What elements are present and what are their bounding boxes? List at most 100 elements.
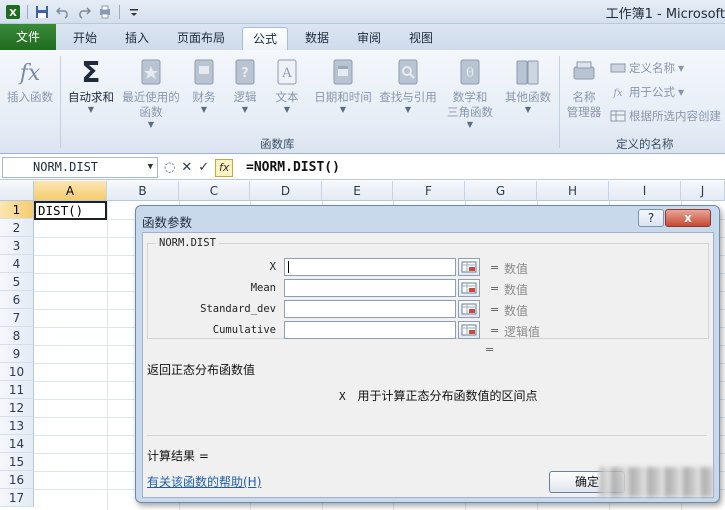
column-header-h[interactable]: H <box>537 181 609 201</box>
tab-formulas[interactable]: 公式 <box>242 27 288 50</box>
name-manager-button[interactable]: 名称 管理器 <box>562 56 606 120</box>
name-box[interactable]: NORM.DIST ▼ <box>2 157 158 178</box>
datetime-button[interactable]: 日期和时间 ▼ <box>310 56 376 115</box>
more-functions-button[interactable]: 其他函数 ▼ <box>500 56 556 115</box>
arg-hint-mean: 数值 <box>504 283 529 297</box>
chevron-down-icon[interactable]: ▼ <box>148 158 153 177</box>
dialog-divider <box>147 435 707 436</box>
math-trig-label-line2: 三角函数 <box>447 105 493 119</box>
excel-logo-icon[interactable]: X <box>4 3 22 21</box>
help-on-function-link[interactable]: 有关该函数的帮助(H) <box>147 473 261 490</box>
customize-qat-icon[interactable] <box>125 3 143 21</box>
recently-used-label-line2: 函数 <box>139 105 163 119</box>
row-header-6[interactable]: 6 <box>0 291 34 309</box>
arg-input-standard-dev[interactable] <box>284 300 456 318</box>
resize-handle-icon[interactable]: ◌ <box>164 160 175 175</box>
arg-label-cumulative: Cumulative <box>212 324 276 336</box>
dialog-title: 函数参数 <box>142 215 193 230</box>
financial-button[interactable]: 财务 ▼ <box>184 56 224 115</box>
column-header-e[interactable]: E <box>322 181 393 201</box>
tab-home[interactable]: 开始 <box>62 27 108 50</box>
use-in-formula-button[interactable]: fx 用于公式 ▼ <box>610 84 684 100</box>
row-header-15[interactable]: 15 <box>0 453 34 471</box>
arg-hint-cumulative: 逻辑值 <box>504 325 541 339</box>
arg-input-x[interactable] <box>284 258 456 276</box>
dialog-close-button[interactable]: x <box>665 209 711 227</box>
book-magnifier-icon <box>393 56 423 88</box>
text-button[interactable]: A 文本 ▼ <box>268 56 306 115</box>
chevron-down-icon: ▼ <box>404 105 412 114</box>
row-header-8[interactable]: 8 <box>0 327 34 345</box>
tab-file[interactable]: 文件 <box>0 24 56 50</box>
books-icon <box>513 56 543 88</box>
tab-view[interactable]: 视图 <box>398 27 444 50</box>
column-header-g[interactable]: G <box>465 181 537 201</box>
dialog-body: NORM.DIST X = 数值 Mean = 数值 Standard_dev <box>142 232 714 498</box>
insert-function-button[interactable]: fx 插入函数 <box>4 56 56 105</box>
autosum-button[interactable]: Σ 自动求和 ▼ <box>64 56 118 115</box>
column-header-b[interactable]: B <box>107 181 179 201</box>
tab-review[interactable]: 审阅 <box>346 27 392 50</box>
row-header-12[interactable]: 12 <box>0 399 34 417</box>
save-icon[interactable] <box>33 3 51 21</box>
row-header-7[interactable]: 7 <box>0 309 34 327</box>
column-header-d[interactable]: D <box>250 181 322 201</box>
row-header-4[interactable]: 4 <box>0 255 34 273</box>
arg-input-cumulative[interactable] <box>284 321 456 339</box>
column-header-a[interactable]: A <box>34 181 107 201</box>
arg-hint-standard-dev: 数值 <box>504 304 529 318</box>
create-from-selection-button[interactable]: 根据所选内容创建 <box>610 108 721 124</box>
row-header-3[interactable]: 3 <box>0 237 34 255</box>
gridline <box>107 201 108 510</box>
cancel-icon[interactable]: ✕ <box>181 160 192 175</box>
column-header-c[interactable]: C <box>179 181 250 201</box>
name-box-value: NORM.DIST <box>33 160 99 174</box>
row-header-2[interactable]: 2 <box>0 219 34 237</box>
tab-insert[interactable]: 插入 <box>114 27 160 50</box>
formula-bar: NORM.DIST ▼ ◌ ✕ ✓ fx =NORM.DIST() <box>0 155 725 180</box>
row-header-11[interactable]: 11 <box>0 381 34 399</box>
obscured-region <box>599 467 713 497</box>
define-name-button[interactable]: 定义名称 ▼ <box>610 60 684 76</box>
recently-used-button[interactable]: 最近使用的 函数 ▼ <box>120 56 182 130</box>
column-header-f[interactable]: F <box>393 181 465 201</box>
tab-data[interactable]: 数据 <box>294 27 340 50</box>
dialog-help-button[interactable]: ? <box>638 209 664 227</box>
row-header-1[interactable]: 1 <box>0 201 34 219</box>
logical-button[interactable]: ? 逻辑 ▼ <box>226 56 264 115</box>
arg-hint-x: 数值 <box>504 262 529 276</box>
row-header-14[interactable]: 14 <box>0 435 34 453</box>
redo-icon[interactable] <box>75 3 93 21</box>
select-all-corner[interactable] <box>0 181 34 201</box>
autosum-label: 自动求和 <box>68 90 114 104</box>
chevron-down-icon: ▼ <box>241 105 249 114</box>
collapse-dialog-cumulative-icon[interactable] <box>458 321 480 339</box>
arg-input-mean[interactable] <box>284 279 456 297</box>
row-header-13[interactable]: 13 <box>0 417 34 435</box>
formula-input[interactable]: =NORM.DIST() <box>246 157 340 178</box>
row-header-10[interactable]: 10 <box>0 363 34 381</box>
argument-description-name: X <box>339 390 346 403</box>
row-header-17[interactable]: 17 <box>0 489 34 507</box>
fx-small-icon: fx <box>610 85 626 99</box>
lookup-reference-button[interactable]: 查找与引用 ▼ <box>376 56 440 115</box>
math-trig-button[interactable]: θ 数学和 三角函数 ▼ <box>440 56 500 130</box>
column-header-i[interactable]: I <box>609 181 681 201</box>
collapse-dialog-mean-icon[interactable] <box>458 279 480 297</box>
insert-function-fx-icon[interactable]: fx <box>215 158 234 177</box>
cell-a1[interactable]: DIST() <box>34 201 107 220</box>
collapse-dialog-x-icon[interactable] <box>458 258 480 276</box>
tab-page-layout[interactable]: 页面布局 <box>166 27 236 50</box>
chevron-down-icon: ▼ <box>678 87 685 97</box>
column-header-j[interactable]: J <box>681 181 725 201</box>
enter-icon[interactable]: ✓ <box>198 160 209 175</box>
financial-label: 财务 <box>192 90 216 104</box>
row-header-9[interactable]: 9 <box>0 345 34 363</box>
print-preview-icon[interactable] <box>96 3 114 21</box>
math-trig-label-line1: 数学和 <box>452 90 488 104</box>
row-header-16[interactable]: 16 <box>0 471 34 489</box>
row-header-5[interactable]: 5 <box>0 273 34 291</box>
collapse-dialog-standard-dev-icon[interactable] <box>458 300 480 318</box>
chevron-down-icon: ▼ <box>678 63 685 73</box>
undo-icon[interactable] <box>54 3 72 21</box>
